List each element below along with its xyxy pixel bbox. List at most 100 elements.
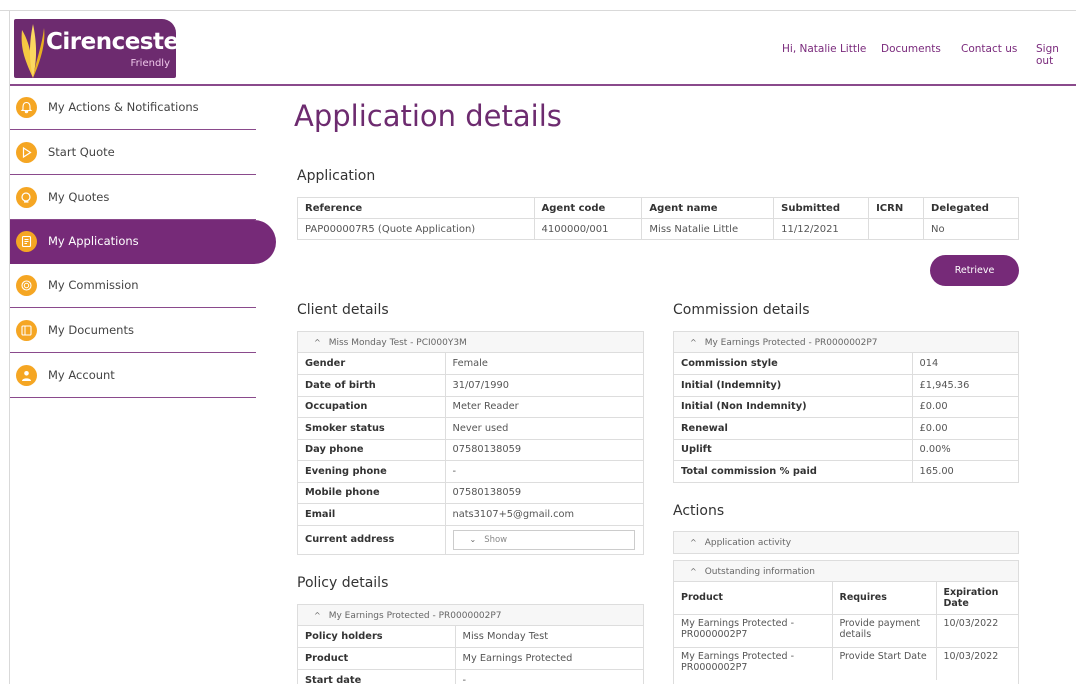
chevron-up-icon: ^: [690, 538, 697, 547]
table-row: Initial (Non Indemnity) £0.00: [674, 395, 1018, 418]
wheat-logo-icon: [21, 24, 45, 78]
table-row: Date of birth 31/07/1990: [298, 374, 643, 396]
commission-details-card: ^ My Earnings Protected - PR0000002P7 Com…: [673, 331, 1019, 483]
sidebar-item-my-commission[interactable]: My Commission: [10, 264, 256, 308]
field-label: Date of birth: [298, 374, 446, 396]
field-label: Uplift: [674, 438, 913, 461]
policy-section-title: Policy details: [297, 575, 389, 591]
field-value: Miss Monday Test: [462, 631, 549, 642]
bell-icon: [16, 97, 37, 118]
table-cell: [868, 218, 925, 240]
commission-section-title: Commission details: [673, 302, 810, 318]
field-value: ⌄ Show: [445, 524, 643, 554]
table-cell: PAP000007R5 (Quote Application): [297, 218, 535, 240]
field-value: 014: [919, 358, 939, 369]
frame-top-border: [0, 10, 1076, 11]
client-card-header-label: Miss Monday Test - PCI000Y3M: [328, 338, 467, 348]
sidebar-item-start-quote[interactable]: Start Quote: [10, 131, 256, 175]
policy-card-header[interactable]: ^ My Earnings Protected - PR0000002P7: [298, 605, 643, 626]
chevron-up-icon: ^: [690, 567, 697, 576]
field-label: Current address: [298, 524, 446, 554]
table-cell: 4100000/001: [533, 218, 643, 240]
field-value: -: [455, 668, 643, 684]
sidebar-item-label: My Actions & Notifications: [48, 100, 199, 114]
sidebar-item-my-documents[interactable]: My Documents: [10, 309, 256, 353]
table-row: Current address ⌄ Show: [298, 524, 643, 554]
retrieve-button[interactable]: Retrieve: [930, 255, 1019, 286]
client-card-header[interactable]: ^ Miss Monday Test - PCI000Y3M: [298, 332, 643, 353]
commission-details-table: Commission style 014 Initial (Indemnity) £…: [674, 353, 1018, 482]
sidebar-item-actions-notifications[interactable]: My Actions & Notifications: [10, 86, 256, 130]
application-activity-card: ^ Application activity: [673, 531, 1019, 554]
field-value: £0.00: [912, 417, 1018, 439]
commission-card-header[interactable]: ^ My Earnings Protected - PR0000002P7: [674, 332, 1018, 353]
table-row: Mobile phone 07580138059: [298, 481, 643, 504]
table-row: Product My Earnings Protected: [298, 647, 643, 669]
applications-icon: [16, 231, 37, 252]
application-activity-header[interactable]: ^ Application activity: [674, 532, 1018, 553]
field-value: My Earnings Protected: [455, 647, 643, 669]
actions-section-title: Actions: [673, 503, 725, 519]
page-title: Application details: [294, 99, 562, 133]
field-label: Start date: [298, 668, 456, 684]
column-header: Product: [674, 582, 833, 614]
sidebar-item-my-account[interactable]: My Account: [10, 354, 256, 398]
table-cell: 11/12/2021: [773, 218, 870, 240]
field-label: Gender: [298, 353, 446, 375]
field-value: 165.00: [912, 460, 1018, 482]
chevron-up-icon: ^: [314, 338, 321, 347]
table-row: My Earnings Protected - PR0000002P7 Prov…: [674, 646, 1018, 680]
column-header: Submitted: [773, 197, 870, 219]
field-value: 07580138059: [445, 481, 643, 504]
sidebar-item-my-applications[interactable]: My Applications: [10, 220, 276, 264]
table-row: Email nats3107+5@gmail.com: [298, 503, 643, 525]
field-label: Occupation: [298, 395, 446, 418]
column-header: Expiration Date: [943, 586, 999, 609]
contact-us-link[interactable]: Contact us: [961, 43, 1017, 55]
table-row: Commission style 014: [674, 353, 1018, 375]
outstanding-information-header[interactable]: ^ Outstanding information: [674, 561, 1018, 582]
table-row: Smoker status Never used: [298, 417, 643, 439]
show-address-label: Show: [484, 534, 508, 545]
table-header-row: Reference Agent code Agent name Submitte…: [297, 197, 1019, 219]
field-value: 07580138059: [445, 438, 643, 461]
table-row: Evening phone -: [298, 460, 643, 482]
sidebar-item-label: My Commission: [48, 278, 139, 292]
field-value: 0.00%: [912, 438, 1018, 461]
field-label: Total commission % paid: [674, 460, 913, 482]
table-header-row: Product Requires Expiration Date: [674, 582, 1018, 614]
brand-logo[interactable]: Cirencester Friendly: [14, 19, 176, 78]
table-row: My Earnings Protected - PR0000002P7 Prov…: [674, 613, 1018, 647]
client-section-title: Client details: [297, 302, 389, 318]
field-label: Mobile phone: [298, 481, 446, 504]
table-row: Policy holders Miss Monday Test: [298, 626, 643, 648]
chevron-up-icon: ^: [690, 338, 697, 347]
user-icon: [16, 365, 37, 386]
field-value: Meter Reader: [445, 395, 643, 418]
brand-subtitle: Friendly: [130, 58, 170, 69]
table-cell: Provide Start Date: [832, 646, 937, 680]
field-label: Initial (Indemnity): [674, 374, 913, 396]
sidebar-item-label: My Account: [48, 368, 115, 382]
table-cell: No: [923, 218, 1019, 240]
commission-icon: [16, 275, 37, 296]
table-row: Start date -: [298, 668, 643, 684]
show-address-toggle[interactable]: ⌄ Show: [452, 529, 635, 550]
greeting-link[interactable]: Hi, Natalie Little: [782, 43, 866, 55]
column-header: Delegated: [923, 197, 1019, 219]
application-section-title: Application: [297, 168, 376, 184]
application-table: Reference Agent code Agent name Submitte…: [297, 197, 1019, 240]
quotes-icon: [16, 187, 37, 208]
sidebar-item-my-quotes[interactable]: My Quotes: [10, 176, 256, 220]
column-header: ICRN: [868, 197, 925, 219]
outstanding-information-table: Product Requires Expiration Date My Earn…: [674, 582, 1018, 680]
policy-card-header-label: My Earnings Protected - PR0000002P7: [328, 611, 502, 621]
sign-out-link[interactable]: Sign out: [1036, 43, 1076, 67]
field-value: 31/07/1990: [445, 374, 643, 396]
commission-card-header-label: My Earnings Protected - PR0000002P7: [704, 338, 878, 348]
chevron-down-icon: ⌄: [469, 534, 477, 544]
field-value: Never used: [445, 417, 643, 439]
documents-link[interactable]: Documents: [881, 43, 941, 55]
field-label: Renewal: [674, 417, 913, 439]
sidebar-item-label: My Documents: [48, 323, 134, 337]
